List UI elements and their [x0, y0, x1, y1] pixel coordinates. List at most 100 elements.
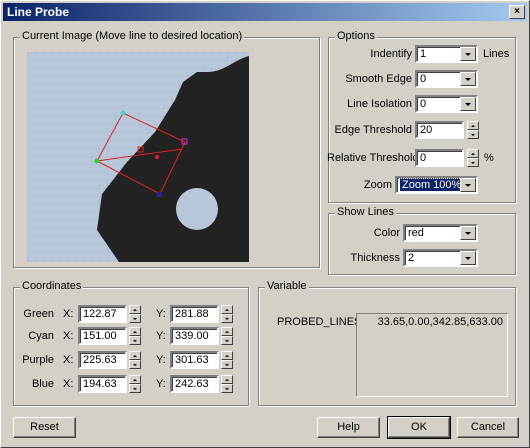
- window-title: Line Probe: [7, 5, 70, 19]
- relative-threshold-label: Relative Threshold: [327, 152, 419, 164]
- x-label: X:: [63, 308, 74, 320]
- y-label: Y:: [156, 354, 166, 366]
- edge-threshold-spinner[interactable]: [467, 121, 479, 139]
- color-label: Color: [373, 227, 400, 239]
- spin-up-icon[interactable]: [221, 305, 233, 314]
- cyan-x-input[interactable]: 151.00: [78, 327, 127, 345]
- chevron-down-icon[interactable]: [460, 178, 476, 192]
- spin-up-icon[interactable]: [129, 305, 141, 314]
- x-label: X:: [63, 330, 74, 342]
- cyan-x-spinner[interactable]: [129, 327, 141, 345]
- spin-down-icon[interactable]: [221, 384, 233, 393]
- coord-label-green: Green: [23, 308, 54, 320]
- green-x-input[interactable]: 122.87: [78, 305, 127, 323]
- green-handle[interactable]: [94, 158, 100, 164]
- variable-group-title: Variable: [265, 280, 309, 292]
- title-bar[interactable]: Line Probe ×: [3, 3, 527, 21]
- spin-down-icon[interactable]: [129, 314, 141, 323]
- cyan-handle[interactable]: [120, 110, 126, 116]
- thickness-label: Thickness: [350, 252, 400, 264]
- spin-down-icon[interactable]: [221, 336, 233, 345]
- spin-down-icon[interactable]: [467, 130, 479, 139]
- variable-value: 33.65,0.00,342.85,633.00: [377, 316, 503, 328]
- y-label: Y:: [156, 378, 166, 390]
- chevron-down-icon[interactable]: [460, 47, 476, 61]
- probe-image[interactable]: [27, 52, 249, 262]
- line-probe-dialog: Line Probe × Current Image (Move line to…: [0, 0, 530, 448]
- probe-midpoint[interactable]: [155, 155, 159, 159]
- chevron-down-icon[interactable]: [460, 251, 476, 265]
- options-group-title: Options: [335, 30, 377, 42]
- edge-threshold-label: Edge Threshold: [334, 124, 412, 136]
- thickness-select[interactable]: 2: [403, 249, 478, 267]
- chevron-down-icon[interactable]: [460, 72, 476, 86]
- chevron-down-icon[interactable]: [460, 97, 476, 111]
- blue-y-spinner[interactable]: [221, 375, 233, 393]
- identify-label: Indentify: [370, 48, 412, 60]
- smooth-edge-select[interactable]: 0: [415, 70, 478, 88]
- identify-select[interactable]: 1: [415, 45, 478, 63]
- chevron-down-icon[interactable]: [460, 226, 476, 240]
- relative-threshold-suffix: %: [484, 152, 494, 164]
- image-group-title: Current Image (Move line to desired loca…: [20, 30, 245, 42]
- show-lines-group-title: Show Lines: [335, 206, 396, 218]
- line-isolation-select[interactable]: 0: [415, 95, 478, 113]
- edge-threshold-input[interactable]: 20: [415, 121, 464, 139]
- relative-threshold-input[interactable]: 0: [415, 149, 464, 167]
- spin-down-icon[interactable]: [221, 360, 233, 369]
- color-select[interactable]: red: [403, 224, 478, 242]
- spin-down-icon[interactable]: [129, 384, 141, 393]
- y-label: Y:: [156, 330, 166, 342]
- line-isolation-value: 0: [420, 98, 427, 110]
- green-x-spinner[interactable]: [129, 305, 141, 323]
- y-label: Y:: [156, 308, 166, 320]
- zoom-value: Zoom 100%: [398, 178, 465, 192]
- variable-value-box[interactable]: 33.65,0.00,342.85,633.00: [356, 313, 508, 397]
- spin-up-icon[interactable]: [129, 351, 141, 360]
- coord-label-blue: Blue: [31, 378, 54, 390]
- zoom-select[interactable]: Zoom 100%: [395, 176, 478, 194]
- cancel-button[interactable]: Cancel: [457, 417, 519, 438]
- ok-button[interactable]: OK: [387, 416, 451, 439]
- blue-x-input[interactable]: 194.63: [78, 375, 127, 393]
- purple-x-input[interactable]: 225.63: [78, 351, 127, 369]
- blue-x-spinner[interactable]: [129, 375, 141, 393]
- part-hole: [176, 188, 218, 230]
- relative-threshold-spinner[interactable]: [467, 149, 479, 167]
- probe-image-canvas: [27, 52, 249, 262]
- color-value: red: [408, 227, 424, 239]
- smooth-edge-label: Smooth Edge: [345, 73, 412, 85]
- purple-y-spinner[interactable]: [221, 351, 233, 369]
- green-y-spinner[interactable]: [221, 305, 233, 323]
- variable-name: PROBED_LINES: [277, 316, 362, 328]
- coordinates-group-title: Coordinates: [20, 280, 84, 292]
- blue-y-input[interactable]: 242.63: [170, 375, 219, 393]
- spin-down-icon[interactable]: [221, 314, 233, 323]
- thickness-value: 2: [408, 252, 415, 264]
- spin-down-icon[interactable]: [467, 158, 479, 167]
- identify-suffix: Lines: [483, 48, 510, 60]
- x-label: X:: [63, 354, 74, 366]
- purple-x-spinner[interactable]: [129, 351, 141, 369]
- spin-up-icon[interactable]: [467, 149, 479, 158]
- help-button[interactable]: Help: [317, 417, 380, 438]
- spin-up-icon[interactable]: [129, 327, 141, 336]
- spin-up-icon[interactable]: [221, 327, 233, 336]
- spin-up-icon[interactable]: [221, 375, 233, 384]
- line-isolation-label: Line Isolation: [347, 98, 412, 110]
- spin-down-icon[interactable]: [129, 360, 141, 369]
- purple-y-input[interactable]: 301.63: [170, 351, 219, 369]
- cyan-y-spinner[interactable]: [221, 327, 233, 345]
- blue-handle[interactable]: [157, 192, 162, 197]
- coord-label-purple: Purple: [22, 354, 54, 366]
- green-y-input[interactable]: 281.88: [170, 305, 219, 323]
- close-icon[interactable]: ×: [509, 5, 525, 19]
- zoom-label: Zoom: [363, 179, 392, 191]
- spin-up-icon[interactable]: [221, 351, 233, 360]
- coord-label-cyan: Cyan: [28, 330, 54, 342]
- cyan-y-input[interactable]: 339.00: [170, 327, 219, 345]
- spin-down-icon[interactable]: [129, 336, 141, 345]
- spin-up-icon[interactable]: [467, 121, 479, 130]
- spin-up-icon[interactable]: [129, 375, 141, 384]
- reset-button[interactable]: Reset: [13, 417, 76, 438]
